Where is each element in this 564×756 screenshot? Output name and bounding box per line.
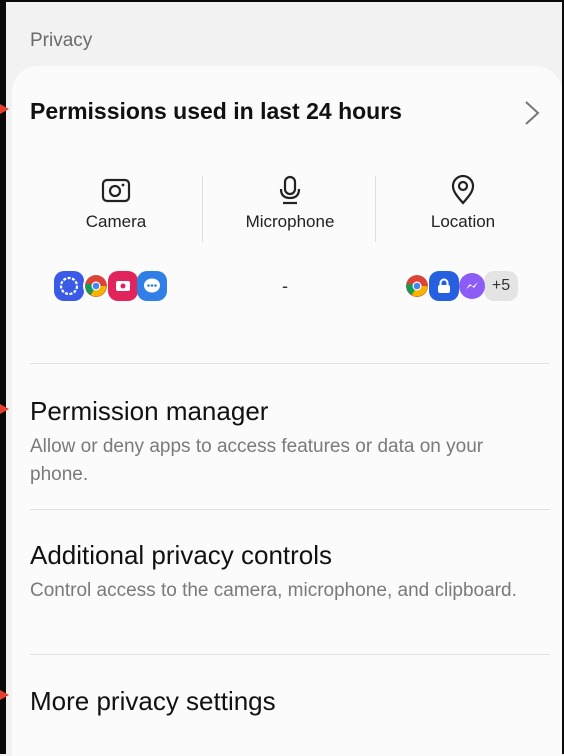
location-column[interactable]: Location <box>377 174 549 244</box>
column-divider <box>202 176 203 242</box>
camera-icon <box>101 178 131 203</box>
annotation-arrow <box>0 404 9 414</box>
camera-apps[interactable] <box>54 268 167 304</box>
more-privacy-settings-title: More privacy settings <box>30 686 276 716</box>
camera-label: Camera <box>85 212 147 231</box>
more-privacy-settings-row[interactable]: More privacy settings <box>30 686 530 717</box>
samsung-app-icon <box>429 271 459 301</box>
chrome-app-icon <box>83 273 109 299</box>
camera-column[interactable]: Camera <box>30 174 202 244</box>
divider <box>30 509 550 510</box>
microphone-label: Microphone <box>245 212 335 231</box>
screen-recorder-app-icon <box>108 271 138 301</box>
permissions-used-title: Permissions used in last 24 hours <box>30 98 402 124</box>
annotation-arrow <box>0 104 9 114</box>
location-pin-icon <box>451 174 475 205</box>
column-divider <box>375 176 376 242</box>
chevron-right-icon <box>525 101 540 125</box>
microphone-apps-empty: - <box>282 276 288 296</box>
divider <box>30 654 550 655</box>
microphone-column[interactable]: Microphone <box>204 174 376 244</box>
location-apps[interactable]: +5 <box>404 268 518 304</box>
annotation-arrow <box>0 690 9 700</box>
microphone-icon <box>279 175 301 205</box>
permission-manager-subtitle: Allow or deny apps to access features or… <box>30 436 484 485</box>
location-label: Location <box>430 212 496 231</box>
permissions-used-row[interactable]: Permissions used in last 24 hours <box>30 94 550 130</box>
additional-privacy-controls-row[interactable]: Additional privacy controls Control acce… <box>30 540 530 605</box>
permission-manager-row[interactable]: Permission manager Allow or deny apps to… <box>30 396 530 489</box>
more-apps-badge: +5 <box>484 271 518 301</box>
additional-privacy-controls-subtitle: Control access to the camera, microphone… <box>30 580 517 601</box>
signal-app-icon <box>54 271 84 301</box>
messages-app-icon <box>137 271 167 301</box>
divider <box>30 363 550 364</box>
permission-manager-title: Permission manager <box>30 396 269 426</box>
chrome-app-icon <box>404 273 430 299</box>
messenger-app-icon <box>459 273 485 299</box>
privacy-card: Permissions used in last 24 hours Camera… <box>12 66 562 756</box>
section-title: Privacy <box>30 30 93 51</box>
additional-privacy-controls-title: Additional privacy controls <box>30 540 333 570</box>
